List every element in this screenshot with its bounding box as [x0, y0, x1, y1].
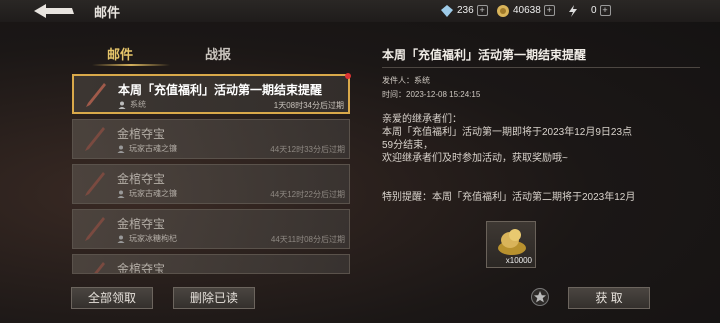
- resource-coin[interactable]: 40638 +: [496, 3, 555, 18]
- mail-sender-name: 玩家古魂之镰: [129, 189, 177, 198]
- body-line: 亲爱的继承者们：: [382, 114, 462, 125]
- mail-sender: 玩家古魂之镰: [117, 188, 177, 199]
- person-icon: [117, 190, 125, 198]
- diamond-icon: [441, 4, 453, 17]
- person-icon: [117, 235, 125, 243]
- mail-sender-name: 系统: [130, 100, 146, 109]
- mail-detail-note: 特别提醒：本周「充值福利」活动第二期将于2023年12月: [382, 192, 636, 203]
- claim-all-button[interactable]: 全部领取: [71, 287, 153, 309]
- mail-detail-title: 本周「充值福利」活动第一期结束提醒: [382, 48, 587, 62]
- coin-count: 40638: [513, 5, 541, 16]
- mail-sender-name: 玩家冰糖枸杞: [129, 234, 177, 243]
- tab-battle-report[interactable]: 战报: [205, 44, 231, 63]
- mail-expiry: 44天11时08分后过期: [270, 235, 345, 244]
- reward-quantity: x10000: [505, 256, 532, 265]
- delete-read-button[interactable]: 删除已读: [173, 287, 255, 309]
- mail-expiry: 44天12时33分后过期: [270, 145, 345, 154]
- add-diamond-button[interactable]: +: [476, 5, 488, 16]
- body-line: 本周「充值福利」活动第一期即将于2023年12月9日23点: [382, 127, 633, 138]
- mail-subject: 本周「充值福利」活动第一期结束提醒: [118, 83, 323, 97]
- resource-diamond[interactable]: 236 +: [440, 3, 488, 18]
- divider: [382, 67, 700, 68]
- mail-item-selected[interactable]: 本周「充值福利」活动第一期结束提醒 系统 1天08时34分后过期: [72, 73, 351, 114]
- sword-icon: [85, 217, 105, 241]
- mail-expiry: 44天12时22分后过期: [270, 190, 345, 199]
- page-title: 邮件: [94, 5, 121, 20]
- mail-item[interactable]: 金棺夺宝: [72, 254, 350, 274]
- mail-detail-sender: 发件人：系统: [382, 76, 430, 85]
- reward-item[interactable]: x10000: [486, 221, 536, 268]
- body-line: 欢迎继承者们及时参加活动，获取奖励哦~: [382, 153, 568, 164]
- add-coin-button[interactable]: +: [543, 5, 555, 16]
- mail-sender: 系统: [118, 99, 146, 110]
- mail-sender: 玩家冰糖枸杞: [117, 233, 177, 244]
- tab-mail[interactable]: 邮件: [107, 44, 133, 63]
- sword-icon: [94, 262, 105, 273]
- mail-sender: 玩家古魂之镰: [117, 143, 177, 154]
- claim-button[interactable]: 获 取: [568, 287, 650, 309]
- star-icon[interactable]: [531, 288, 549, 306]
- mail-item[interactable]: 金棺夺宝 玩家古魂之镰 44天12时33分后过期: [72, 119, 350, 159]
- mail-subject: 金棺夺宝: [117, 172, 166, 186]
- back-arrow-icon[interactable]: [32, 2, 76, 20]
- mail-sender-name: 玩家古魂之镰: [129, 144, 177, 153]
- add-energy-button[interactable]: +: [599, 5, 611, 16]
- sword-icon: [85, 127, 105, 151]
- body-line: 59分结束，: [382, 140, 434, 151]
- person-icon: [117, 145, 125, 153]
- mail-detail-time: 时间：2023-12-08 15:24:15: [382, 90, 481, 99]
- active-tab-underline: [92, 64, 170, 66]
- resource-energy[interactable]: 0 +: [566, 3, 611, 18]
- gold-pile-icon: [498, 229, 526, 255]
- mail-subject: 金棺夺宝: [117, 262, 166, 274]
- diamond-count: 236: [457, 5, 474, 16]
- lightning-icon: [569, 4, 577, 17]
- mail-expiry: 1天08时34分后过期: [273, 101, 344, 110]
- mail-subject: 金棺夺宝: [117, 127, 166, 141]
- person-icon: [118, 101, 126, 109]
- mail-subject: 金棺夺宝: [117, 217, 166, 231]
- energy-count: 0: [591, 5, 597, 16]
- mail-detail-body: 亲爱的继承者们： 本周「充值福利」活动第一期即将于2023年12月9日23点 5…: [382, 113, 682, 165]
- mail-item[interactable]: 金棺夺宝 玩家古魂之镰 44天12时22分后过期: [72, 164, 350, 204]
- coin-icon: [497, 4, 509, 17]
- unread-dot: [345, 73, 351, 79]
- sword-icon: [85, 172, 105, 196]
- mail-item[interactable]: 金棺夺宝 玩家冰糖枸杞 44天11时08分后过期: [72, 209, 350, 249]
- sword-icon: [86, 83, 106, 107]
